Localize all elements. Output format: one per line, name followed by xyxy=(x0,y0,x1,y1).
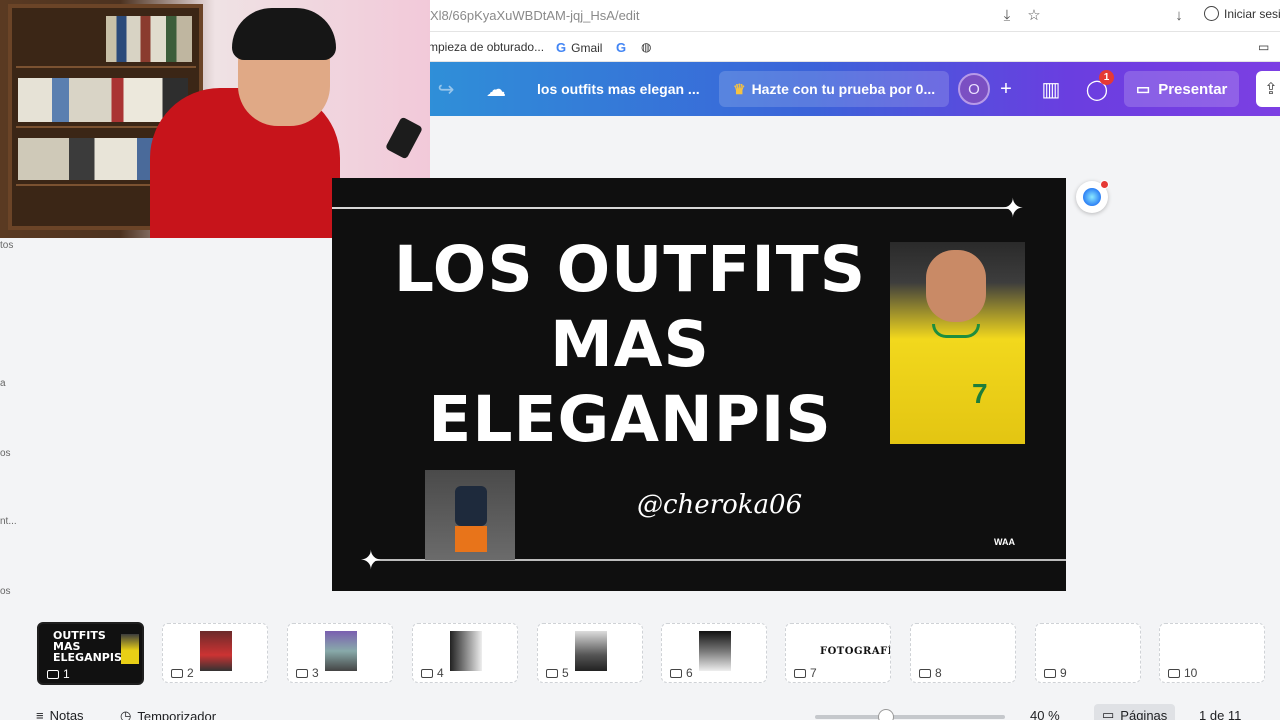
page-number: 5 xyxy=(546,666,569,680)
magic-icon[interactable] xyxy=(1076,180,1109,213)
magic-badge xyxy=(1100,180,1109,189)
title-line: ELEGANPIS xyxy=(428,383,832,456)
side-panel-labels: tos a os nt... os xyxy=(0,238,24,618)
page-thumbnail[interactable]: FOTOGRAFÍA 7 xyxy=(785,623,891,683)
bookmark-gmail[interactable]: G Gmail xyxy=(556,40,602,55)
timer-icon: ◷ xyxy=(120,708,132,720)
page-thumbnail[interactable]: 2 xyxy=(162,623,268,683)
pages-button[interactable]: ▭ Páginas xyxy=(1094,704,1176,720)
account-icon xyxy=(1204,6,1219,21)
present-icon: ▭ xyxy=(1136,81,1151,98)
signin-button[interactable]: Iniciar sesi xyxy=(1204,6,1280,21)
editor-toolbar: ↪ ☁ los outfits mas elegan ... ♛ Hazte c… xyxy=(430,62,1280,116)
crown-icon: ♛ xyxy=(733,80,746,97)
page-number: 7 xyxy=(794,666,817,680)
page-thumbnail[interactable]: 5 xyxy=(537,623,643,683)
star-icon[interactable]: ☆ xyxy=(1025,6,1043,24)
page-number: 4 xyxy=(421,666,444,680)
author-handle[interactable]: @cheroka06 xyxy=(637,490,802,520)
divider-line xyxy=(332,207,1012,209)
kid-outfit-photo[interactable] xyxy=(425,470,515,560)
slide-canvas[interactable]: ✦ ✦ LOS OUTFITS MAS ELEGANPIS 7 @cheroka… xyxy=(332,178,1066,591)
side-panel-label[interactable]: os xyxy=(0,586,11,597)
page-thumbnail[interactable]: OUTFITS MAS ELEGANPIS 1 xyxy=(37,622,144,685)
present-button[interactable]: ▭ Presentar xyxy=(1124,71,1240,107)
install-app-icon[interactable]: ⤓ xyxy=(998,6,1016,24)
page-thumbnail[interactable]: 6 xyxy=(661,623,767,683)
globe-icon[interactable]: ◍ xyxy=(641,40,651,54)
page-number: 2 xyxy=(171,666,194,680)
jersey-number: 7 xyxy=(972,378,988,409)
corner-tag[interactable]: WAA xyxy=(994,537,1015,547)
page-thumbnail[interactable]: 3 xyxy=(287,623,393,683)
redo-icon[interactable]: ↪ xyxy=(432,62,460,116)
chart-icon[interactable]: ▥ xyxy=(1037,62,1065,116)
page-thumbnail[interactable]: 10 xyxy=(1159,623,1265,683)
phone xyxy=(384,116,424,160)
crying-kid-photo[interactable]: 7 xyxy=(890,242,1025,444)
bookmark-google[interactable]: G xyxy=(616,40,626,55)
sparkle-icon: ✦ xyxy=(360,545,382,575)
page-number: 3 xyxy=(296,666,319,680)
page-number: 6 xyxy=(670,666,693,680)
side-panel-label[interactable]: tos xyxy=(0,240,13,251)
comment-icon[interactable]: ◯ 1 xyxy=(1083,62,1114,116)
notes-button[interactable]: ≡ Notas xyxy=(36,708,84,720)
slide-title[interactable]: LOS OUTFITS MAS ELEGANPIS xyxy=(380,232,880,457)
page-number: 8 xyxy=(919,666,942,680)
zoom-slider-handle[interactable] xyxy=(878,709,894,720)
plus-icon[interactable]: + xyxy=(992,62,1020,116)
zoom-level[interactable]: 40 % xyxy=(1030,708,1060,720)
side-panel-label[interactable]: a xyxy=(0,378,6,389)
notification-badge: 1 xyxy=(1099,70,1114,85)
page-thumbnails: OUTFITS MAS ELEGANPIS 1 2 3 4 5 6 FOTOGR… xyxy=(0,620,1280,688)
signin-label: Iniciar sesi xyxy=(1224,6,1280,21)
document-title[interactable]: los outfits mas elegan ... xyxy=(537,62,700,116)
page-number: 9 xyxy=(1044,666,1067,680)
page-counter: 1 de 11 xyxy=(1199,708,1242,720)
timer-label: Temporizador xyxy=(137,708,217,720)
google-icon: G xyxy=(616,40,627,55)
title-line: LOS OUTFITS xyxy=(393,233,867,306)
folder-icon[interactable]: ▭ xyxy=(1258,40,1269,54)
url-text[interactable]: Xl8/66pKyaXuWBDtAM-jqj_HsA/edit xyxy=(430,8,640,23)
editor-status-bar: ≡ Notas ◷ Temporizador 40 % ▭ Páginas 1 … xyxy=(0,700,1280,720)
bookmark-item[interactable]: mpieza de obturado... xyxy=(428,40,544,54)
page-number: 10 xyxy=(1168,666,1197,680)
page-number: 1 xyxy=(47,667,70,681)
gmail-icon: G xyxy=(556,40,567,55)
present-label: Presentar xyxy=(1158,80,1228,98)
page-thumbnail[interactable]: 8 xyxy=(910,623,1016,683)
page-thumbnail[interactable]: 4 xyxy=(412,623,518,683)
bookmark-gmail-label: Gmail xyxy=(571,40,603,55)
collaborator-avatar[interactable]: O xyxy=(958,73,990,105)
title-line: MAS xyxy=(550,308,710,381)
timer-button[interactable]: ◷ Temporizador xyxy=(120,708,216,720)
thumbnail-title: OUTFITS MAS ELEGANPIS xyxy=(53,629,122,664)
side-panel-label[interactable]: nt... xyxy=(0,516,17,527)
page-thumbnail[interactable]: 9 xyxy=(1035,623,1141,683)
thumbnail-heading: FOTOGRAFÍA xyxy=(820,646,890,657)
zoom-slider[interactable] xyxy=(815,715,1005,719)
trial-label: Hazte con tu prueba por 0... xyxy=(751,81,936,97)
pages-label: Páginas xyxy=(1120,707,1168,720)
trial-button[interactable]: ♛ Hazte con tu prueba por 0... xyxy=(719,71,950,107)
grid-icon: ▭ xyxy=(1102,707,1115,720)
notes-label: Notas xyxy=(49,708,84,720)
cloud-sync-icon[interactable]: ☁ xyxy=(482,62,510,116)
side-panel-label[interactable]: os xyxy=(0,448,11,459)
notes-icon: ≡ xyxy=(36,708,44,720)
download-icon[interactable]: ↓ xyxy=(1170,6,1188,24)
sparkle-icon: ✦ xyxy=(1002,193,1024,223)
share-icon[interactable]: ⇪ xyxy=(1256,71,1280,107)
